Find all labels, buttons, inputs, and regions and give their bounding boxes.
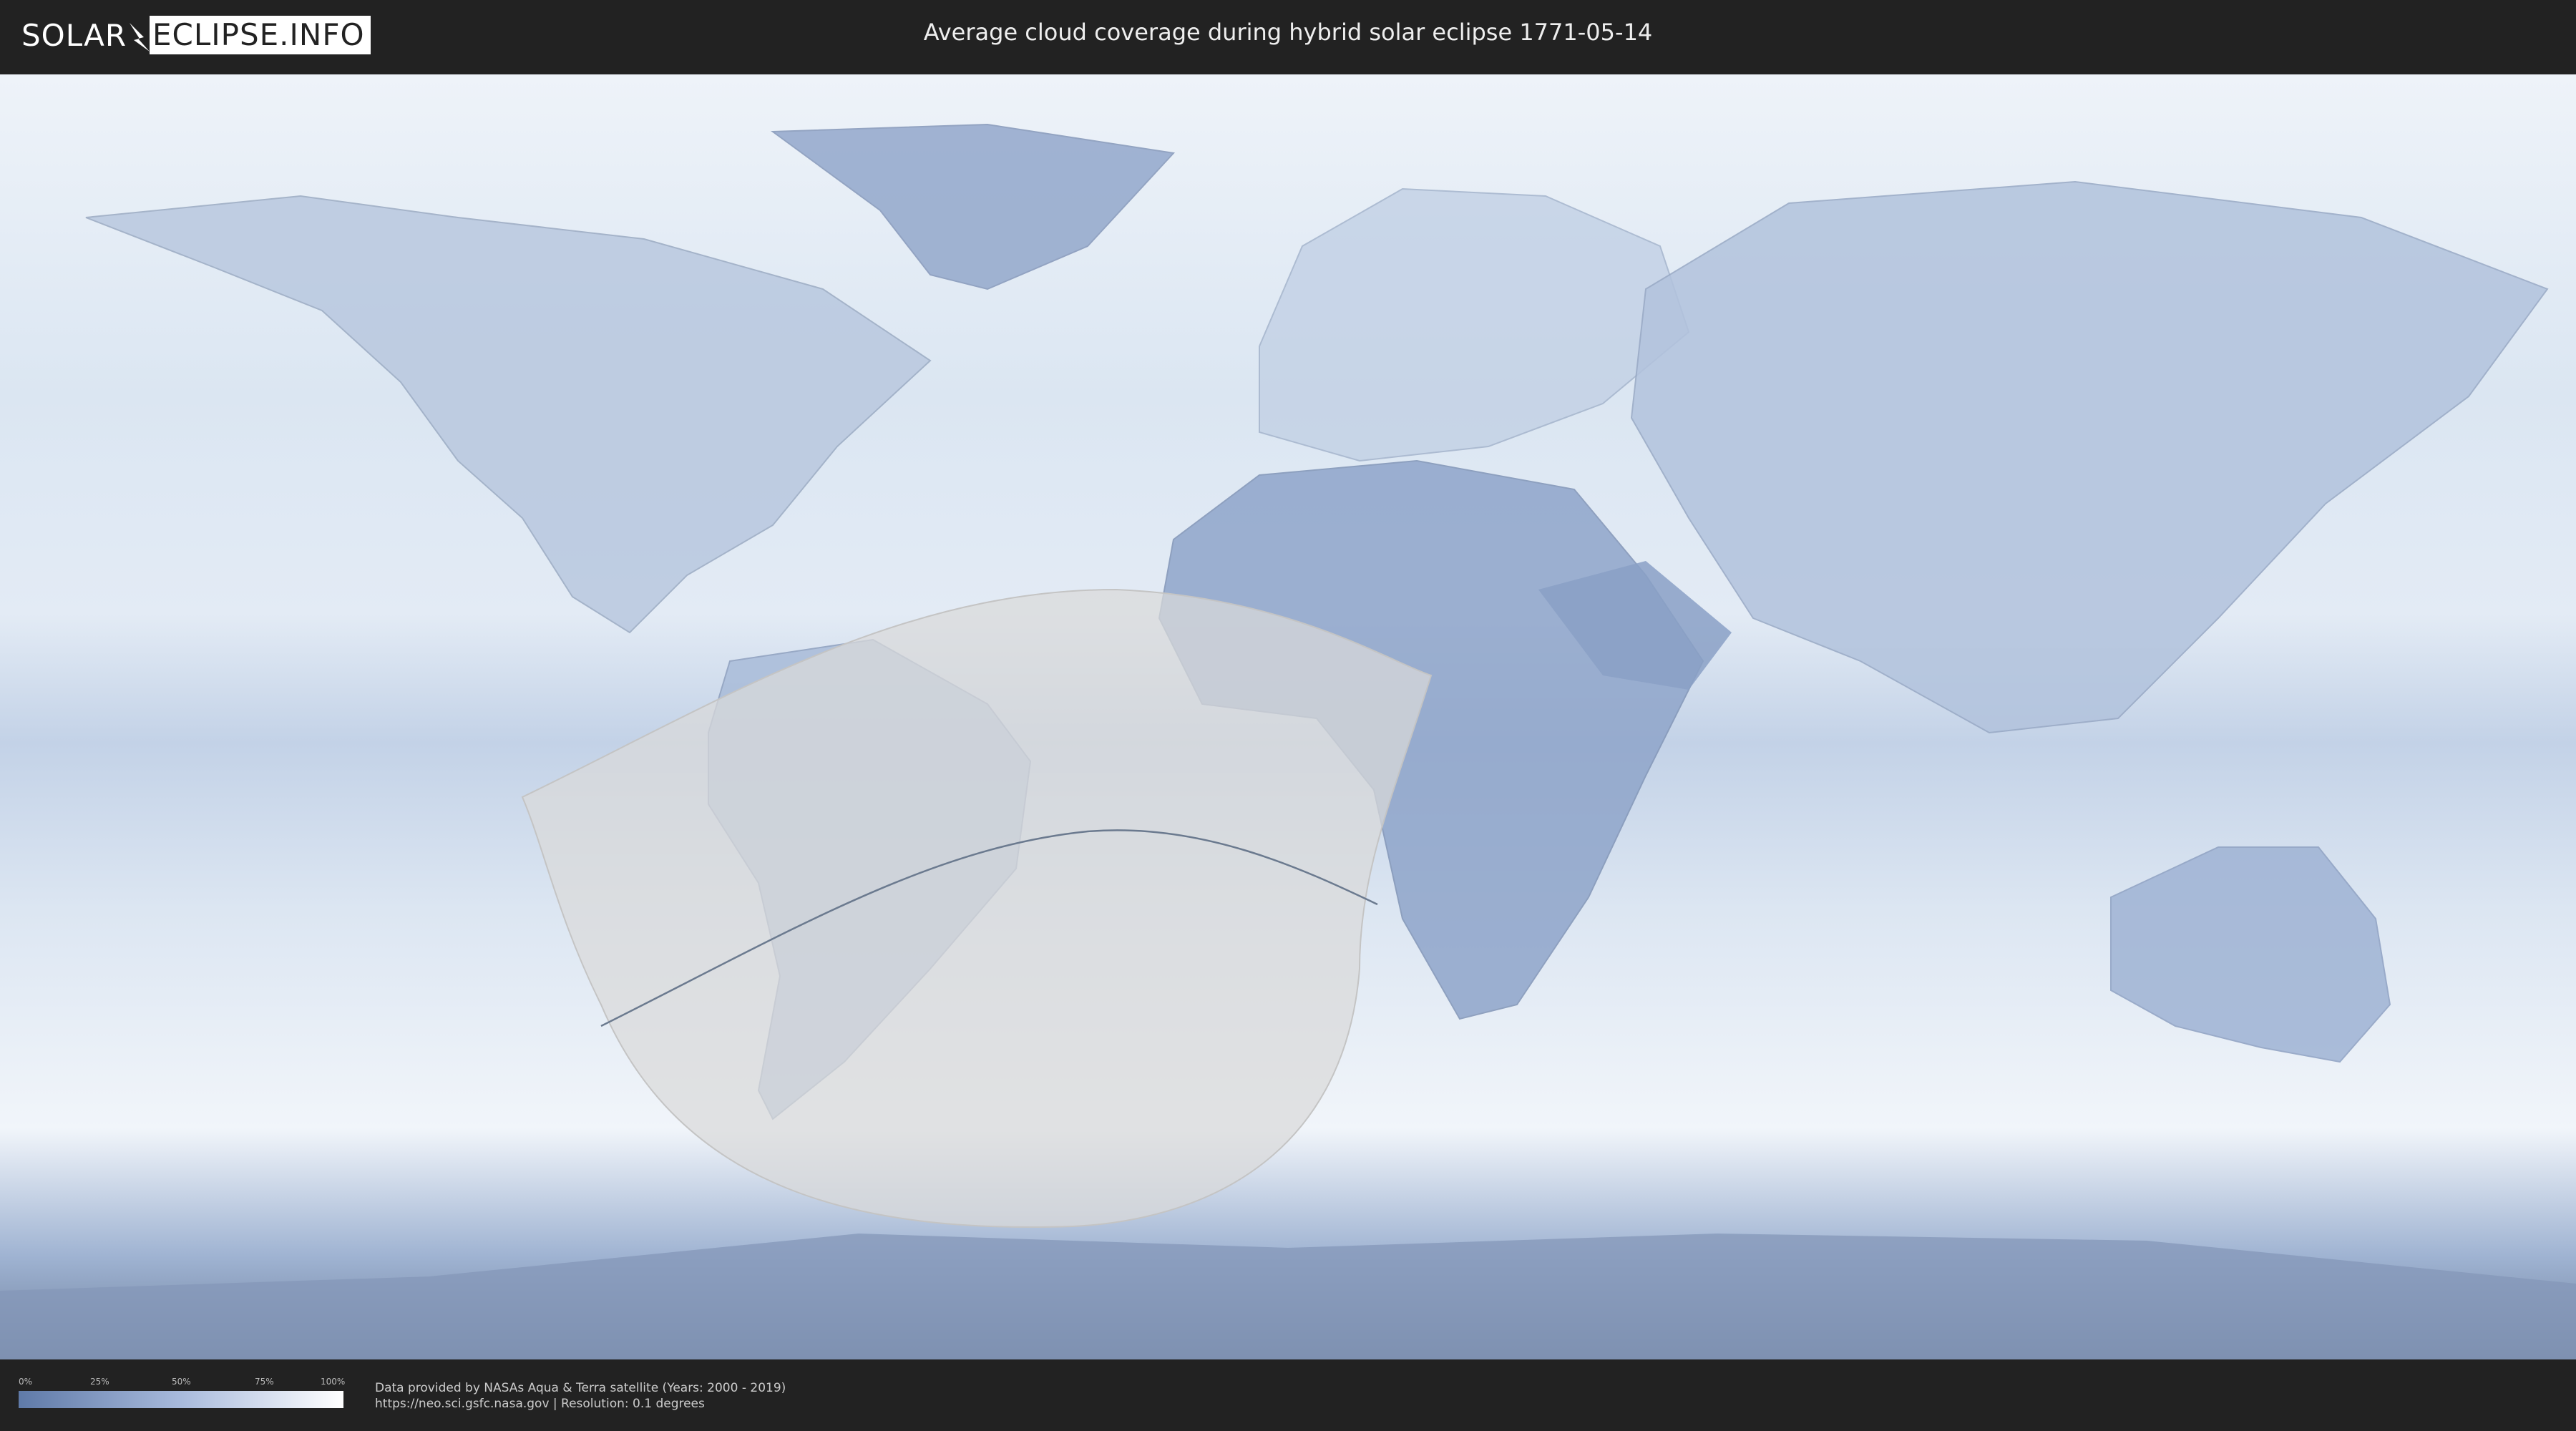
legend-tick-100: 100% xyxy=(321,1377,346,1387)
cloud-coverage-map[interactable] xyxy=(0,74,2576,1359)
page-title: Average cloud coverage during hybrid sol… xyxy=(923,19,1653,46)
legend-tick-25: 25% xyxy=(90,1377,109,1387)
data-source-link[interactable]: https://neo.sci.gsfc.nasa.gov | Resoluti… xyxy=(375,1397,705,1411)
data-credit: Data provided by NASAs Aqua & Terra sate… xyxy=(375,1381,786,1395)
header-bar: SOLAR ECLIPSE.INFO Average cloud coverag… xyxy=(0,0,2576,72)
world-map xyxy=(0,74,2576,1359)
legend-tick-75: 75% xyxy=(255,1377,274,1387)
legend-tick-50: 50% xyxy=(172,1377,191,1387)
legend-gradient-bar xyxy=(19,1391,343,1408)
legend-tick-0: 0% xyxy=(19,1377,33,1387)
footer-bar: 0% 25% 50% 75% 100% Data provided by NAS… xyxy=(0,1359,2576,1431)
